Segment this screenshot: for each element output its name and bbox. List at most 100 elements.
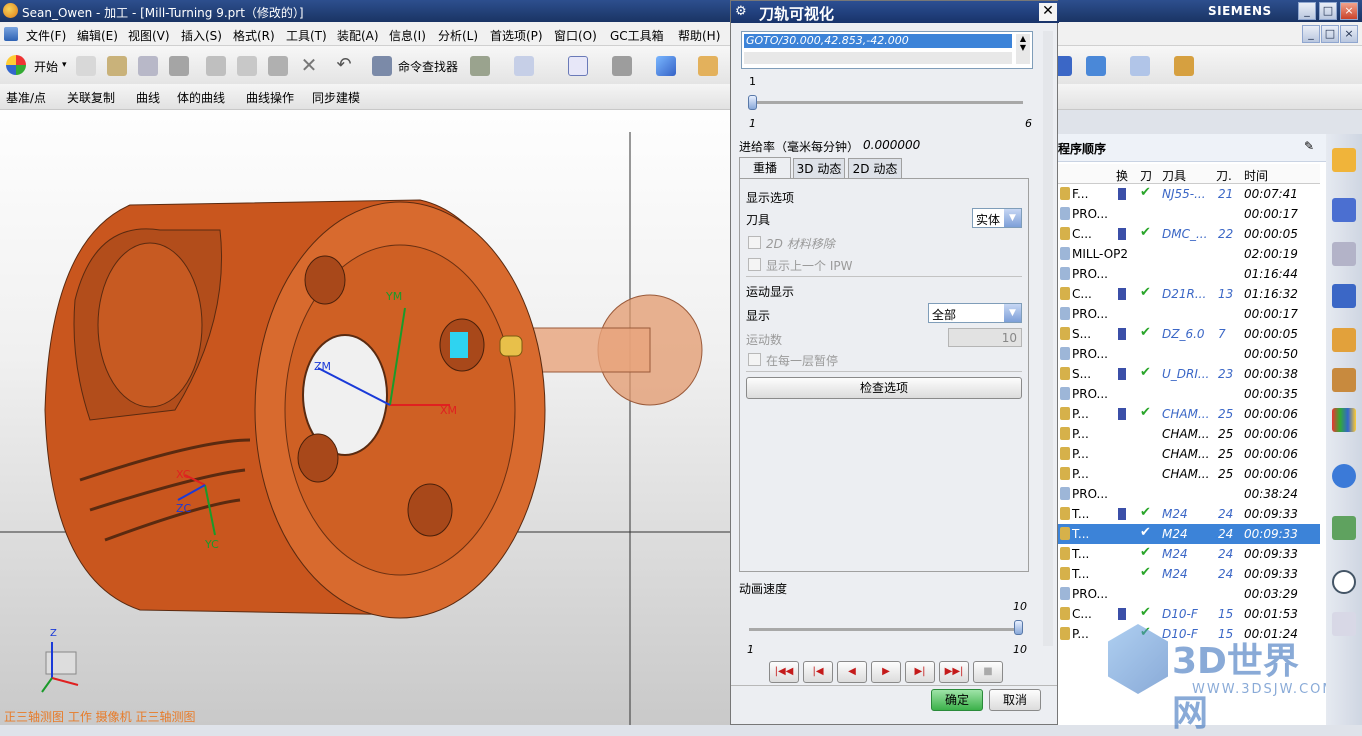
menu-view[interactable]: 视图(V) bbox=[128, 27, 170, 44]
gear-icon[interactable]: ⚙ bbox=[735, 4, 747, 19]
col-tool-num[interactable]: 刀. bbox=[1216, 167, 1232, 184]
play-button[interactable]: ▶ bbox=[871, 661, 901, 683]
table-row[interactable]: PRO... 00:38:24 bbox=[1058, 484, 1320, 504]
datum-point-menu[interactable]: 基准/点 bbox=[6, 89, 46, 106]
fit-icon[interactable] bbox=[568, 56, 588, 76]
graphics-viewport[interactable]: YM ZM XM YC ZC XC Z bbox=[0, 110, 730, 725]
layer-icon[interactable] bbox=[698, 56, 718, 76]
info-icon[interactable] bbox=[514, 56, 534, 76]
menu-analysis[interactable]: 分析(L) bbox=[438, 27, 478, 44]
resource-icon-7[interactable] bbox=[1332, 408, 1356, 432]
table-row[interactable]: MILL-OP2 02:00:19 bbox=[1058, 244, 1320, 264]
table-row[interactable]: C... D21R... 13 01:16:32 ✔ bbox=[1058, 284, 1320, 304]
menu-window[interactable]: 窗口(O) bbox=[554, 27, 597, 44]
tab-2d-dynamic[interactable]: 2D 动态 bbox=[848, 158, 902, 179]
step-back-button[interactable]: |◀ bbox=[803, 661, 833, 683]
doc-minimize-button[interactable]: _ bbox=[1302, 25, 1320, 43]
resource-icon-11[interactable] bbox=[1332, 612, 1356, 636]
command-list[interactable]: GOTO/30.000,42.853,-42.000 ▲ ▼ bbox=[741, 31, 1033, 69]
table-row[interactable]: P... CHAM... 25 00:00:06 bbox=[1058, 424, 1320, 444]
display-select[interactable]: 全部 ▼ bbox=[928, 303, 1022, 323]
close-button[interactable]: × bbox=[1340, 2, 1358, 20]
col-swap[interactable]: 换 bbox=[1116, 167, 1128, 184]
stop-button[interactable]: ■ bbox=[973, 661, 1003, 683]
menu-insert[interactable]: 插入(S) bbox=[181, 27, 222, 44]
clock-icon[interactable] bbox=[1332, 570, 1356, 594]
fast-forward-button[interactable]: ▶▶| bbox=[939, 661, 969, 683]
tool-display-select[interactable]: 实体 ▼ bbox=[972, 208, 1022, 228]
step-slider-track[interactable] bbox=[749, 101, 1023, 104]
curve-operation-menu[interactable]: 曲线操作 bbox=[246, 89, 294, 106]
table-row[interactable]: PRO... 00:00:17 bbox=[1058, 304, 1320, 324]
maximize-button[interactable]: □ bbox=[1319, 2, 1337, 20]
render-icon[interactable] bbox=[612, 56, 632, 76]
table-row[interactable]: PRO... 00:03:29 bbox=[1058, 584, 1320, 604]
table-row[interactable]: PRO... 01:16:44 bbox=[1058, 264, 1320, 284]
table-row[interactable]: P... CHAM... 25 00:00:06 bbox=[1058, 444, 1320, 464]
table-row[interactable]: T... M24 24 00:09:33 ✔ bbox=[1058, 564, 1320, 584]
copy-icon[interactable] bbox=[237, 56, 257, 76]
synchronous-modeling-menu[interactable]: 同步建模 bbox=[312, 89, 360, 106]
resource-icon-5[interactable] bbox=[1332, 328, 1356, 352]
menu-tools[interactable]: 工具(T) bbox=[286, 27, 327, 44]
dialog-close-button[interactable]: ✕ bbox=[1039, 3, 1057, 21]
ok-button[interactable]: 确定 bbox=[931, 689, 983, 711]
cut-icon[interactable] bbox=[206, 56, 226, 76]
table-row[interactable]: PRO... 00:00:17 bbox=[1058, 204, 1320, 224]
motion-count-field[interactable]: 10 bbox=[948, 328, 1022, 347]
doc-close-button[interactable]: × bbox=[1340, 25, 1358, 43]
table-row[interactable]: PRO... 00:00:50 bbox=[1058, 344, 1320, 364]
new-icon[interactable] bbox=[76, 56, 96, 76]
table-row[interactable]: T... M24 24 00:09:33 ✔ bbox=[1058, 544, 1320, 564]
menu-help[interactable]: 帮助(H) bbox=[678, 27, 720, 44]
info-circle-icon[interactable] bbox=[1332, 464, 1356, 488]
table-row[interactable]: P... CHAM... 25 00:00:06 ✔ bbox=[1058, 404, 1320, 424]
assembly-icon[interactable] bbox=[470, 56, 490, 76]
col-tool[interactable]: 刀具 bbox=[1162, 167, 1186, 184]
resource-icon-6[interactable] bbox=[1332, 368, 1356, 392]
chevron-down-icon[interactable]: ▾ bbox=[62, 60, 67, 70]
undo-icon[interactable]: ↶ bbox=[334, 56, 354, 76]
menu-info[interactable]: 信息(I) bbox=[389, 27, 426, 44]
paste-icon[interactable] bbox=[268, 56, 288, 76]
resource-icon-2[interactable] bbox=[1332, 198, 1356, 222]
show-prev-ipw-checkbox[interactable] bbox=[748, 258, 761, 271]
col-path[interactable]: 刀 bbox=[1140, 167, 1152, 184]
pause-each-layer-checkbox[interactable] bbox=[748, 353, 761, 366]
table-row[interactable]: C... D10-F 15 00:01:53 ✔ bbox=[1058, 604, 1320, 624]
associative-copy-menu[interactable]: 关联复制 bbox=[67, 89, 115, 106]
dialog-scrollbar[interactable] bbox=[1043, 31, 1053, 646]
command-finder-button[interactable]: 命令查找器 bbox=[398, 58, 458, 75]
resource-icon-1[interactable] bbox=[1332, 148, 1356, 172]
menu-file[interactable]: 文件(F) bbox=[26, 27, 66, 44]
horizontal-scrollbar[interactable] bbox=[744, 52, 1012, 64]
table-row[interactable]: T... M24 24 00:09:33 ✔ bbox=[1058, 524, 1320, 544]
doc-restore-button[interactable]: □ bbox=[1321, 25, 1339, 43]
menu-edit[interactable]: 编辑(E) bbox=[77, 27, 118, 44]
table-row[interactable]: P... CHAM... 25 00:00:06 bbox=[1058, 464, 1320, 484]
check-options-button[interactable]: 检查选项 bbox=[746, 377, 1022, 399]
save-icon[interactable] bbox=[138, 56, 158, 76]
print-icon[interactable] bbox=[169, 56, 189, 76]
rewind-to-start-button[interactable]: |◀◀ bbox=[769, 661, 799, 683]
tab-replay[interactable]: 重播 bbox=[739, 157, 791, 179]
col-time[interactable]: 时间 bbox=[1244, 167, 1268, 184]
step-forward-button[interactable]: ▶| bbox=[905, 661, 935, 683]
table-row[interactable]: C... DMC_... 22 00:00:05 ✔ bbox=[1058, 224, 1320, 244]
curve-menu[interactable]: 曲线 bbox=[136, 89, 160, 106]
resource-icon-9[interactable] bbox=[1332, 516, 1356, 540]
menu-format[interactable]: 格式(R) bbox=[233, 27, 275, 44]
operation-icon[interactable] bbox=[1086, 56, 1106, 76]
table-row[interactable]: F... NJ55-... 21 00:07:41 ✔ bbox=[1058, 184, 1320, 204]
resource-icon-4[interactable] bbox=[1332, 284, 1356, 308]
vertical-scrollbar[interactable]: ▲ ▼ bbox=[1016, 34, 1030, 64]
delete-icon[interactable]: ✕ bbox=[299, 55, 319, 76]
menu-gc-toolbox[interactable]: GC工具箱 bbox=[610, 27, 664, 44]
minimize-button[interactable]: _ bbox=[1298, 2, 1316, 20]
command-list-item[interactable]: GOTO/30.000,42.853,-42.000 bbox=[744, 34, 1012, 48]
speed-slider-thumb[interactable] bbox=[1014, 620, 1023, 635]
menu-preferences[interactable]: 首选项(P) bbox=[490, 27, 543, 44]
menu-assembly[interactable]: 装配(A) bbox=[337, 27, 379, 44]
speed-slider-track[interactable] bbox=[749, 628, 1023, 631]
material-removal-checkbox[interactable] bbox=[748, 236, 761, 249]
